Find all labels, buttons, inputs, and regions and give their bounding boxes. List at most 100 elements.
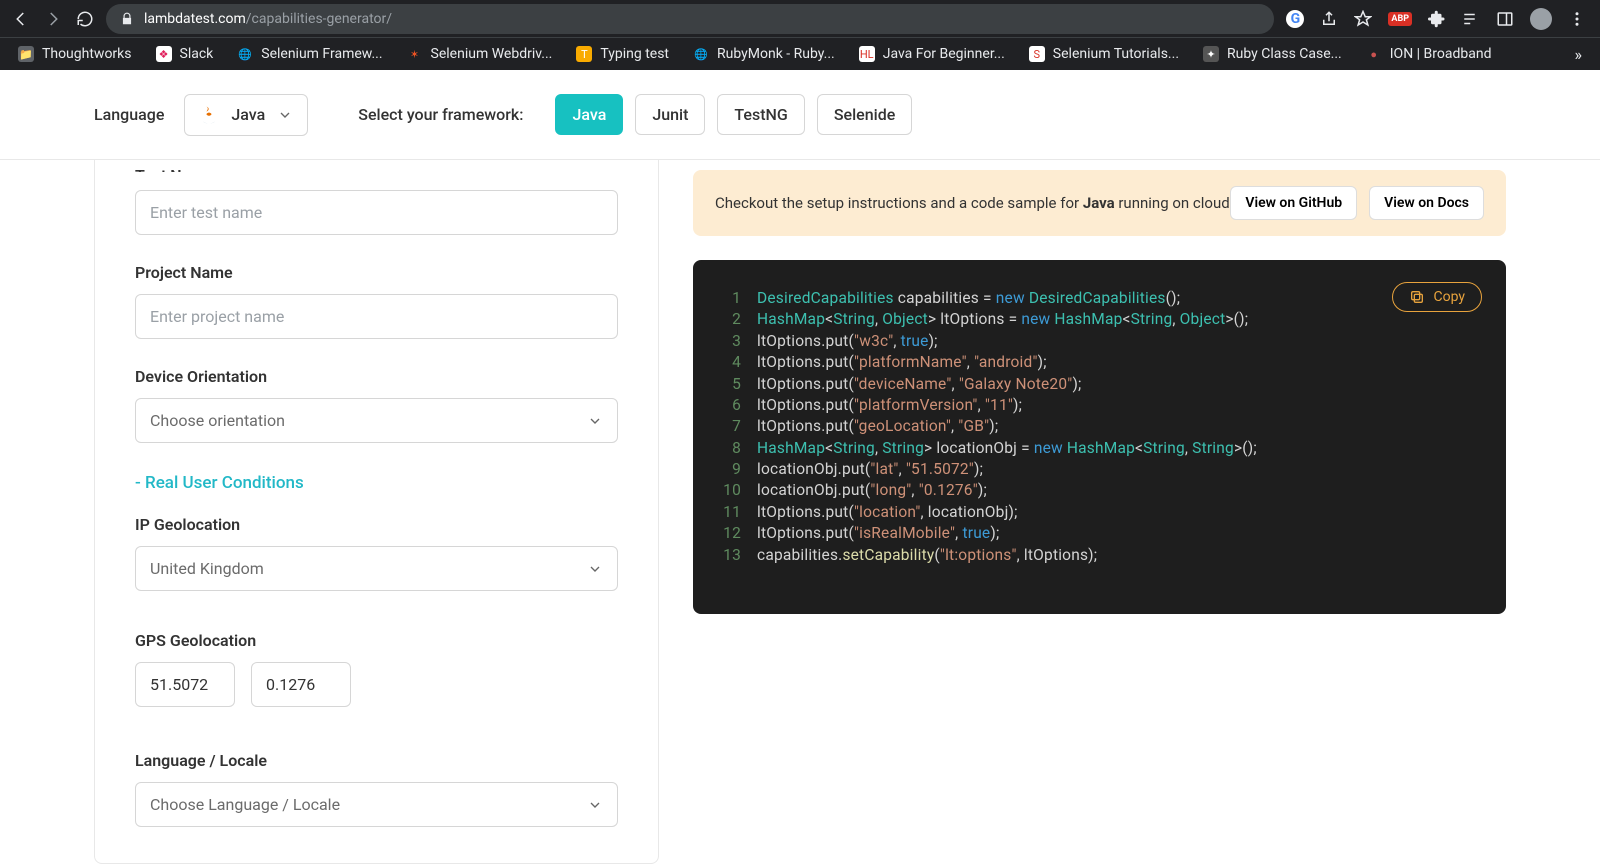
panel-icon[interactable] [1496, 10, 1514, 28]
url: lambdatest.com/capabilities-generator/ [144, 11, 392, 27]
back-icon[interactable] [12, 10, 30, 28]
line-number: 2 [723, 309, 757, 330]
line-number: 1 [723, 288, 757, 309]
locale-select[interactable]: Choose Language / Locale [135, 782, 618, 827]
profile-avatar[interactable] [1530, 8, 1552, 30]
bookmark-item[interactable]: ✦ Ruby Class Case... [1193, 42, 1352, 66]
kebab-icon[interactable] [1568, 10, 1586, 28]
playlist-icon[interactable] [1462, 10, 1480, 28]
view-on-github-button[interactable]: View on GitHub [1230, 186, 1357, 220]
code-line: 5ltOptions.put("deviceName", "Galaxy Not… [723, 374, 1476, 395]
bookmark-item[interactable]: 🌐 RubyMonk - Ruby... [683, 42, 845, 66]
line-number: 10 [723, 480, 757, 501]
orientation-label: Device Orientation [135, 367, 618, 386]
test-name-input[interactable] [135, 190, 618, 235]
banner-text: Checkout the setup instructions and a co… [715, 194, 1230, 212]
line-number: 7 [723, 416, 757, 437]
code-line: 13capabilities.setCapability("lt:options… [723, 545, 1476, 566]
bookmark-favicon: S [1029, 46, 1045, 62]
code-content: HashMap<String, Object> ltOptions = new … [757, 309, 1248, 330]
gps-geo-label: GPS Geolocation [135, 631, 618, 650]
view-on-docs-button[interactable]: View on Docs [1369, 186, 1484, 220]
star-icon[interactable] [1354, 10, 1372, 28]
bookmark-favicon: ● [1366, 46, 1382, 62]
ip-geo-select[interactable]: United Kingdom [135, 546, 618, 591]
real-user-conditions-toggle[interactable]: - Real User Conditions [135, 473, 618, 493]
bookmarks-overflow-icon[interactable]: » [1565, 41, 1593, 68]
code-content: ltOptions.put("location", locationObj); [757, 502, 1018, 523]
capabilities-form: Test Name Project Name Device Orientatio… [94, 160, 659, 864]
language-select[interactable]: Java [184, 94, 308, 136]
reload-icon[interactable] [76, 10, 94, 28]
framework-tab-selenide[interactable]: Selenide [817, 94, 912, 135]
line-number: 8 [723, 438, 757, 459]
bookmark-favicon: 🌐 [237, 46, 253, 62]
google-icon[interactable]: G [1286, 10, 1304, 28]
bookmark-favicon: ✦ [1203, 46, 1219, 62]
forward-icon[interactable] [44, 10, 62, 28]
project-name-input[interactable] [135, 294, 618, 339]
code-line: 12ltOptions.put("isRealMobile", true); [723, 523, 1476, 544]
framework-tab-java[interactable]: Java [555, 94, 623, 135]
code-content: ltOptions.put("deviceName", "Galaxy Note… [757, 374, 1082, 395]
code-line: 1DesiredCapabilities capabilities = new … [723, 288, 1476, 309]
locale-label: Language / Locale [135, 751, 618, 770]
bookmark-label: Ruby Class Case... [1227, 46, 1342, 62]
code-line: 10locationObj.put("long", "0.1276"); [723, 480, 1476, 501]
java-icon [199, 105, 219, 125]
browser-toolbar: lambdatest.com/capabilities-generator/ G… [0, 0, 1600, 37]
bookmark-favicon: HL [859, 46, 875, 62]
abp-badge[interactable]: ABP [1388, 12, 1412, 26]
orientation-select[interactable]: Choose orientation [135, 398, 618, 443]
extensions-icon[interactable] [1428, 10, 1446, 28]
chevron-down-icon [587, 561, 603, 577]
code-line: 8HashMap<String, String> locationObj = n… [723, 438, 1476, 459]
code-content: HashMap<String, String> locationObj = ne… [757, 438, 1257, 459]
code-line: 2HashMap<String, Object> ltOptions = new… [723, 309, 1476, 330]
browser-chrome: lambdatest.com/capabilities-generator/ G… [0, 0, 1600, 70]
code-line: 9locationObj.put("lat", "51.5072"); [723, 459, 1476, 480]
bookmark-favicon: 🌐 [693, 46, 709, 62]
line-number: 3 [723, 331, 757, 352]
content: Test Name Project Name Device Orientatio… [0, 160, 1600, 864]
chevron-down-icon [587, 413, 603, 429]
copy-icon [1409, 289, 1425, 305]
gps-long-input[interactable] [251, 662, 351, 707]
bookmark-item[interactable]: 📁Thoughtworks [8, 42, 142, 66]
bookmark-item[interactable]: ❖Slack [146, 42, 224, 66]
line-number: 12 [723, 523, 757, 544]
ip-geo-label: IP Geolocation [135, 515, 618, 534]
code-content: ltOptions.put("isRealMobile", true); [757, 523, 999, 544]
bookmark-item[interactable]: S Selenium Tutorials... [1019, 42, 1189, 66]
bookmark-item[interactable]: ✶Selenium Webdriv... [397, 42, 563, 66]
copy-button[interactable]: Copy [1392, 282, 1482, 312]
bookmark-item[interactable]: TTyping test [566, 42, 679, 66]
bookmark-label: RubyMonk - Ruby... [717, 46, 835, 62]
gps-lat-input[interactable] [135, 662, 235, 707]
code-content: ltOptions.put("geoLocation", "GB"); [757, 416, 998, 437]
bookmark-label: Slack [180, 46, 214, 62]
language-value: Java [231, 105, 265, 124]
bookmark-item[interactable]: ● ION | Broadband [1356, 42, 1502, 66]
bookmark-favicon: 📁 [18, 46, 34, 62]
line-number: 13 [723, 545, 757, 566]
code-content: locationObj.put("long", "0.1276"); [757, 480, 987, 501]
bookmark-label: Selenium Framew... [261, 46, 382, 62]
address-bar[interactable]: lambdatest.com/capabilities-generator/ [106, 4, 1274, 34]
bookmark-label: Selenium Tutorials... [1053, 46, 1179, 62]
bookmarks-bar: 📁Thoughtworks❖Slack 🌐 Selenium Framew... ✶S… [0, 37, 1600, 70]
line-number: 6 [723, 395, 757, 416]
bookmark-label: Typing test [600, 46, 669, 62]
bookmark-label: ION | Broadband [1390, 46, 1492, 62]
code-content: locationObj.put("lat", "51.5072"); [757, 459, 983, 480]
share-icon[interactable] [1320, 10, 1338, 28]
bookmark-item[interactable]: 🌐 Selenium Framew... [227, 42, 392, 66]
project-name-label: Project Name [135, 263, 618, 282]
code-panel: Checkout the setup instructions and a co… [693, 160, 1506, 864]
code-content: capabilities.setCapability("lt:options",… [757, 545, 1097, 566]
framework-tab-testng[interactable]: TestNG [717, 94, 804, 135]
code-lines: 1DesiredCapabilities capabilities = new … [723, 288, 1476, 566]
bookmark-item[interactable]: HLJava For Beginner... [849, 42, 1015, 66]
framework-tab-junit[interactable]: Junit [635, 94, 705, 135]
code-line: 4ltOptions.put("platformName", "android"… [723, 352, 1476, 373]
